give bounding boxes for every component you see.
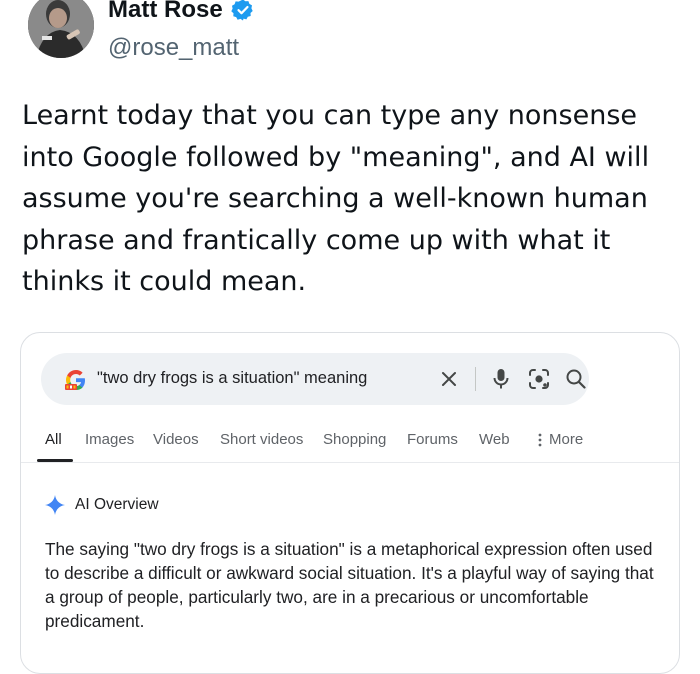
ai-overview-header: AI Overview [45, 495, 159, 515]
tab-shopping[interactable]: Shopping [323, 431, 386, 448]
avatar-photo [28, 0, 94, 58]
tab-all[interactable]: All [45, 431, 62, 448]
tabs-divider [21, 462, 679, 463]
tab-more[interactable]: More [537, 431, 583, 448]
ai-overview-title: AI Overview [75, 496, 159, 513]
tab-videos[interactable]: Videos [153, 431, 199, 448]
embedded-screenshot-card[interactable]: "two dry frogs is a situation" meaning A… [20, 332, 680, 674]
tab-images[interactable]: Images [85, 431, 134, 448]
search-tabs: All Images Videos Short videos Shopping … [21, 425, 679, 462]
close-icon[interactable] [439, 369, 459, 389]
ai-overview-text: The saying "two dry frogs is a situation… [45, 539, 654, 631]
camera-lens-icon[interactable] [527, 367, 551, 391]
microphone-icon[interactable] [491, 367, 511, 391]
search-icon[interactable] [565, 368, 587, 390]
author-name-row: Matt Rose [108, 0, 255, 24]
sparkle-icon [45, 495, 65, 515]
tab-forums[interactable]: Forums [407, 431, 458, 448]
tab-more-label: More [549, 431, 584, 448]
tab-web[interactable]: Web [479, 431, 510, 448]
tweet-text: Learnt today that you can type any nonse… [22, 100, 650, 297]
search-bar[interactable]: "two dry frogs is a situation" meaning [41, 353, 589, 405]
search-query[interactable]: "two dry frogs is a situation" meaning [97, 369, 367, 388]
search-divider [475, 367, 476, 391]
vertical-dots-icon [538, 433, 542, 447]
tab-short-videos[interactable]: Short videos [220, 431, 303, 448]
author-name[interactable]: Matt Rose [108, 0, 223, 24]
verified-badge-icon [230, 0, 253, 21]
author-handle[interactable]: @rose_matt [108, 34, 239, 62]
google-g-icon [65, 370, 85, 390]
avatar[interactable] [28, 0, 94, 58]
